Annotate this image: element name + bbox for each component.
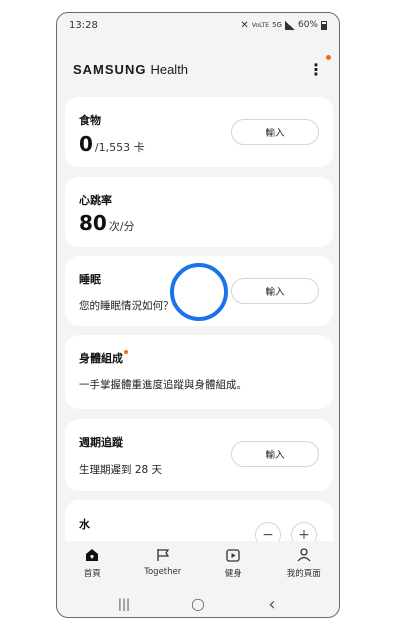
cycle-tracking-card[interactable]: 週期追蹤 生理期遲到 28 天 輸入 [65,419,333,491]
flag-icon [156,547,170,563]
notification-dot [326,55,331,60]
product-name: Health [150,61,189,77]
sleep-input-button[interactable]: 輸入 [231,278,319,304]
food-calories: 0 [79,132,93,156]
status-time: 13:28 [69,19,98,31]
food-target: /1,553 卡 [94,141,145,154]
body-composition-label: 身體組成 [79,352,123,365]
heart-rate-title: 心跳率 [79,194,112,207]
more-options-button[interactable]: ⋮ [308,55,331,79]
food-card[interactable]: 食物 0/1,553 卡 輸入 [65,97,333,167]
more-vertical-icon: ⋮ [308,59,324,79]
battery-level: 60% [297,20,318,30]
heart-rate-bpm: 80 [79,211,107,235]
home-icon [85,547,99,563]
status-bar: 13:28 ✕ VoLTE 5G 60% [57,13,339,37]
food-title: 食物 [79,114,101,127]
cycle-tracking-status: 生理期遲到 28 天 [79,464,163,476]
volte-label: VoLTE [251,21,270,29]
brand-name: SAMSUNG [73,61,147,77]
status-icons: ✕ VoLTE 5G 60% [240,20,327,31]
person-icon [297,547,311,563]
cycle-tracking-title: 週期追蹤 [79,436,123,449]
battery-icon [321,20,327,30]
recents-button[interactable]: ||| [109,597,139,611]
heart-rate-unit: 次/分 [108,220,135,233]
bottom-navigation: 首頁 Together 健身 我的頁面 [57,541,339,589]
sleep-prompt: 您的睡眠情況如何？ [79,300,174,312]
water-card[interactable]: 水 − + [65,500,333,541]
sleep-title: 睡眠 [79,273,101,286]
food-value: 0/1,553 卡 [79,132,145,156]
nav-together[interactable]: Together [130,547,196,577]
back-button[interactable]: ‹ [257,594,287,615]
new-indicator-dot [124,350,128,354]
cycle-input-button[interactable]: 輸入 [231,441,319,467]
system-navigation-bar: ||| ◯ ‹ [57,589,339,617]
nav-home[interactable]: 首頁 [59,547,125,579]
nav-fitness-label: 健身 [224,569,242,579]
water-title: 水 [79,518,90,531]
nav-my-page-label: 我的頁面 [286,569,321,579]
body-composition-title: 身體組成 [79,350,128,366]
food-input-button[interactable]: 輸入 [231,119,319,145]
body-composition-desc: 一手掌握體重進度追蹤與身體組成。 [79,379,247,391]
nav-fitness[interactable]: 健身 [200,547,266,579]
home-button[interactable]: ◯ [183,597,213,611]
fitness-video-icon [226,547,240,563]
network-label: 5G [272,21,282,29]
heart-rate-value: 80 次/分 [79,211,135,235]
water-plus-button[interactable]: + [291,522,317,541]
signal-icon [284,20,295,30]
sleep-card[interactable]: 睡眠 您的睡眠情況如何？ 輸入 [65,256,333,326]
app-title: SAMSUNG Health [73,62,188,77]
water-minus-button[interactable]: − [255,522,281,541]
phone-frame: 13:28 ✕ VoLTE 5G 60% SAMSUNG Health ⋮ 食物 … [56,12,340,618]
nav-home-label: 首頁 [83,569,101,579]
body-composition-card[interactable]: 身體組成 一手掌握體重進度追蹤與身體組成。 [65,335,333,409]
nav-together-label: Together [144,567,182,577]
heart-rate-card[interactable]: 心跳率 80 次/分 [65,177,333,247]
nav-my-page[interactable]: 我的頁面 [271,547,337,579]
mute-icon: ✕ [240,19,249,31]
dashboard-scroll[interactable]: 食物 0/1,553 卡 輸入 心跳率 80 次/分 睡眠 您的睡眠情況如何？ 輸… [65,97,333,541]
app-header: SAMSUNG Health ⋮ [57,55,339,81]
